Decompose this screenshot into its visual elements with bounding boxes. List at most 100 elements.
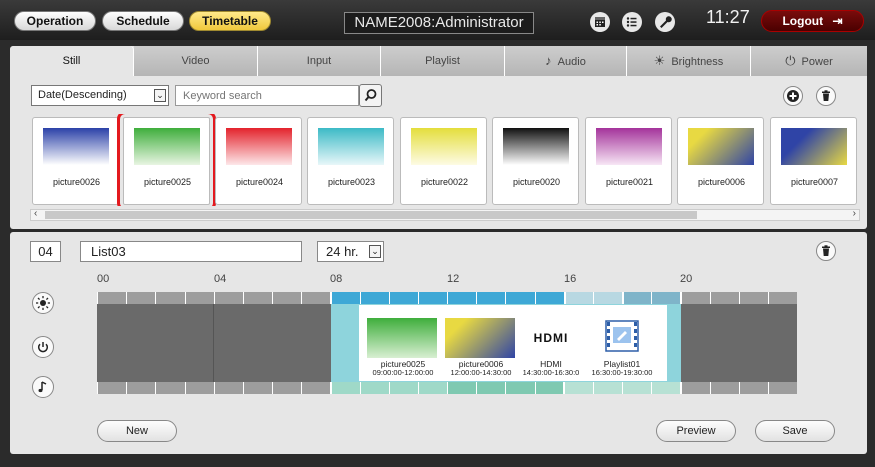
power-track-button[interactable] [32, 336, 54, 358]
preview-button[interactable]: Preview [656, 420, 736, 442]
timeline-item-image [367, 318, 437, 358]
hour-label: 16 [564, 273, 577, 285]
hour-label: 08 [330, 273, 343, 285]
timetable-tab[interactable]: Timetable [189, 11, 271, 31]
hour-mode-select[interactable]: 24 hr. ⌄ [317, 241, 384, 262]
thumbnail-item[interactable]: picture0022 [400, 117, 487, 205]
grid-line [272, 382, 273, 394]
brightness-track[interactable] [97, 292, 797, 304]
thumbnail-item[interactable]: picture0007 [770, 117, 857, 205]
grid-line [417, 382, 419, 394]
hour-label: 04 [214, 273, 227, 285]
thumbnail-item[interactable]: picture0026 [32, 117, 119, 205]
power-icon: ⏻ [785, 53, 796, 68]
thumbnail-image [781, 128, 847, 165]
media-tabs: Still Video Input Playlist ♪ Audio ☀ Brigh… [10, 46, 867, 76]
save-button[interactable]: Save [755, 420, 835, 442]
audio-track-button[interactable] [32, 376, 54, 398]
thumbnail-label: picture0024 [235, 177, 284, 187]
grid-line [417, 292, 419, 304]
tab-power[interactable]: ⏻ Power [751, 46, 867, 76]
sun-icon: ☀ [653, 53, 666, 68]
tab-label: Playlist [425, 55, 460, 67]
thumbnail-item[interactable]: picture0024 [215, 117, 302, 205]
thumbnail-item-selected[interactable]: picture0025 [117, 114, 216, 206]
new-button[interactable]: New [97, 420, 177, 442]
timeline-item[interactable]: HDMI HDMI 14:30:00-16:30:0 [519, 305, 583, 381]
delete-list-button[interactable] [816, 241, 836, 261]
grid-line [272, 292, 273, 304]
thumbnail-image [318, 128, 384, 165]
thumbnail-item[interactable]: picture0006 [677, 117, 764, 205]
thumbnail-item[interactable]: picture0020 [492, 117, 579, 205]
thumbnail-label: picture0026 [52, 177, 101, 187]
grid-line [563, 382, 565, 394]
grid-line [651, 292, 653, 304]
calendar-icon[interactable] [590, 12, 610, 32]
tab-label: Input [306, 55, 332, 67]
sort-value: Date(Descending) [38, 89, 127, 101]
timeline-item-time: 14:30:00-16:30:0 [522, 368, 580, 377]
scroll-right-icon[interactable]: › [853, 208, 856, 219]
grid-line [330, 382, 332, 394]
grid-line [767, 382, 769, 394]
tab-label: Audio [557, 56, 586, 68]
grid-line [709, 292, 711, 304]
user-title: NAME2008:Administrator [344, 12, 534, 34]
timeline-item[interactable]: picture0025 09:00:00-12:00:00 [367, 305, 439, 381]
operation-tab[interactable]: Operation [14, 11, 96, 31]
hour-label: 20 [680, 273, 693, 285]
timeline-item[interactable]: picture0006 12:00:00-14:30:00 [445, 305, 517, 381]
tab-audio[interactable]: ♪ Audio [505, 46, 627, 76]
logout-button[interactable]: Logout ⇥ [761, 10, 864, 32]
thumbnail-label: picture0023 [327, 177, 376, 187]
grid-line [680, 382, 682, 394]
thumbnail-image [503, 128, 569, 165]
thumbnail-item[interactable]: picture0021 [585, 117, 672, 205]
timeline[interactable]: picture0025 09:00:00-12:00:00 picture000… [97, 292, 807, 396]
tab-still[interactable]: Still [10, 46, 134, 76]
tab-playlist[interactable]: Playlist [381, 46, 505, 76]
thumbnail-image [688, 128, 754, 165]
grid-line [709, 382, 711, 394]
timeline-item[interactable]: Playlist01 16:30:00-19:30:00 [585, 305, 659, 381]
delete-button[interactable] [816, 86, 836, 106]
list-number: 04 [30, 241, 61, 262]
grid-line [680, 292, 682, 304]
grid-line [534, 292, 536, 304]
timeline-item-time: 12:00:00-14:30:00 [450, 368, 512, 377]
playlist-icon [605, 320, 639, 352]
grid-line [155, 382, 157, 394]
brightness-track-button[interactable] [32, 292, 54, 314]
thumbnail-image [43, 128, 109, 165]
thumbnail-scrollbar[interactable]: ‹ › [30, 208, 860, 221]
audio-track[interactable] [97, 382, 797, 394]
thumbnail-label: picture0020 [512, 177, 561, 187]
chevron-down-icon: ⌄ [154, 89, 166, 102]
media-panel: Still Video Input Playlist ♪ Audio ☀ Brigh… [10, 46, 867, 229]
scrollbar-thumb[interactable] [45, 211, 697, 219]
schedule-tab[interactable]: Schedule [102, 11, 184, 31]
grid-line [184, 382, 186, 394]
still-thumbnails: picture0026 picture0025 picture0024 pict… [30, 114, 860, 206]
grid-line [184, 292, 186, 304]
search-input[interactable] [175, 85, 359, 106]
grid-line [126, 292, 128, 304]
tab-input[interactable]: Input [258, 46, 381, 76]
list-icon[interactable] [622, 12, 642, 32]
scroll-left-icon[interactable]: ‹ [34, 208, 37, 219]
thumbnail-label: picture0025 [143, 177, 192, 187]
search-button[interactable] [359, 84, 382, 107]
tab-brightness[interactable]: ☀ Brightness [627, 46, 751, 76]
tab-video[interactable]: Video [134, 46, 258, 76]
thumbnail-item[interactable]: picture0023 [307, 117, 394, 205]
search-icon [364, 89, 377, 102]
hour-mode-value: 24 hr. [326, 244, 359, 259]
wrench-icon[interactable] [655, 12, 675, 32]
grid-line [534, 382, 536, 394]
add-button[interactable] [783, 86, 803, 106]
list-name-field[interactable]: List03 [80, 241, 302, 262]
sort-select[interactable]: Date(Descending) ⌄ [31, 85, 169, 106]
thumbnail-image [411, 128, 477, 165]
timetable-panel: 04 List03 24 hr. ⌄ 00 04 08 12 16 20 pic… [10, 232, 867, 454]
